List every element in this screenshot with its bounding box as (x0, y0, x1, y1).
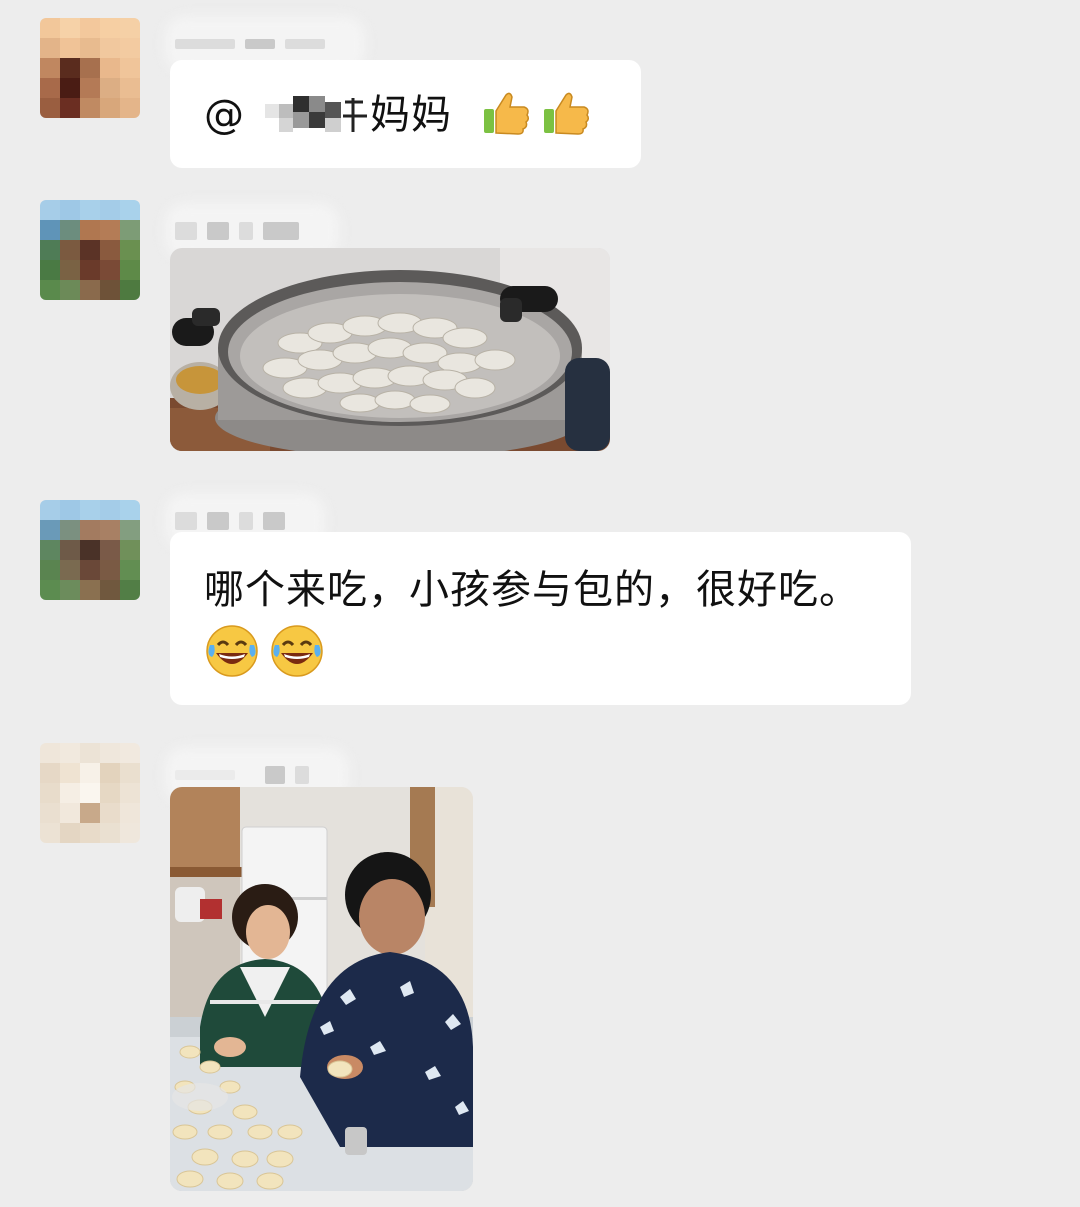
avatar[interactable] (40, 18, 140, 118)
avatar[interactable] (40, 500, 140, 600)
avatar[interactable] (40, 743, 140, 843)
message-row-3: 哪个来吃，小孩参与包的，很好吃。 (0, 465, 1080, 715)
family-making-dumplings-photo[interactable] (170, 787, 473, 1191)
sender-name-redacted (165, 203, 339, 259)
message-text: 哪个来吃，小孩参与包的，很好吃。 (204, 567, 860, 613)
mention-name: 妈妈 (370, 92, 452, 138)
message-bubble[interactable]: @ 妈妈 (170, 60, 641, 168)
thumbs-up-icon (540, 87, 592, 143)
dumplings-photo[interactable] (170, 248, 610, 451)
message-bubble[interactable]: 哪个来吃，小孩参与包的，很好吃。 (170, 532, 911, 705)
message-row-4 (0, 715, 1080, 1207)
redacted-name (245, 96, 370, 134)
sender-name-redacted (165, 16, 365, 72)
mention-at: @ (204, 92, 245, 138)
message-row-1: @ 妈妈 (0, 0, 1080, 175)
avatar[interactable] (40, 200, 140, 300)
thumbs-up-icon (480, 87, 532, 143)
laugh-tears-icon (204, 623, 260, 683)
message-row-2 (0, 175, 1080, 465)
laugh-tears-icon (269, 623, 325, 683)
